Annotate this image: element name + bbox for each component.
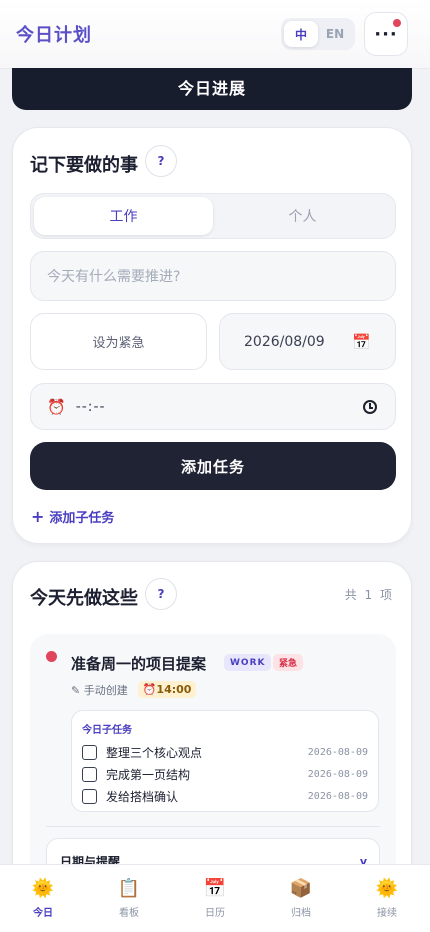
language-switch[interactable]: 中 EN — [281, 18, 355, 50]
subtask-label: 完成第一页结构 — [106, 767, 191, 782]
app-title: 今日计划 — [16, 25, 92, 46]
nav-item-continue[interactable]: 🌞 接续 — [344, 865, 430, 932]
more-menu-button[interactable]: ··· — [364, 12, 408, 56]
nav-label: 今日 — [33, 908, 53, 919]
subtask-checkbox[interactable] — [82, 788, 97, 804]
segment-personal[interactable]: 个人 — [213, 197, 392, 235]
time-value: --:-- — [75, 398, 106, 415]
date-value: 2026/08/09 — [244, 333, 325, 350]
time-picker[interactable]: ⏰ --:-- — [30, 383, 396, 430]
package-icon: 📦 — [289, 878, 313, 899]
bottom-nav: 🌞 今日 📋 看板 📅 日历 📦 归档 🌞 接续 — [0, 864, 430, 932]
nav-item-today[interactable]: 🌞 今日 — [0, 865, 86, 932]
nav-item-board[interactable]: 📋 看板 — [86, 865, 172, 932]
task-title: 准备周一的项目提案 — [71, 655, 207, 673]
subtask-list: 今日子任务 整理三个核心观点 2026-08-09 完成第一页结构 2026-0… — [71, 710, 379, 812]
sun-icon: 🌞 — [31, 878, 55, 899]
nav-item-calendar[interactable]: 📅 日历 — [172, 865, 258, 932]
sun-icon: 🌞 — [375, 878, 399, 899]
subtask-label: 发给搭档确认 — [106, 789, 179, 804]
date-picker[interactable]: 2026/08/09 📅 — [219, 313, 396, 370]
notification-dot — [393, 19, 401, 27]
task-meta: ✎ 手动创建 ⏰14:00 — [71, 681, 197, 698]
segment-work[interactable]: 工作 — [34, 197, 213, 235]
subtask-row: 发给搭档确认 2026-08-09 — [82, 785, 368, 807]
help-button[interactable]: ? — [145, 145, 177, 177]
subtask-row: 完成第一页结构 2026-08-09 — [82, 763, 368, 785]
subtask-header: 今日子任务 — [82, 725, 132, 736]
nav-label: 日历 — [205, 908, 225, 919]
help-button[interactable]: ? — [145, 578, 177, 610]
subtask-row: 整理三个核心观点 2026-08-09 — [82, 741, 368, 763]
subtask-date: 2026-08-09 — [307, 746, 368, 758]
clipboard-icon: 📋 — [117, 878, 141, 899]
urgent-dot — [46, 651, 57, 662]
more-icon: ··· — [374, 23, 398, 45]
lang-en-button[interactable]: EN — [318, 21, 352, 47]
today-progress-button[interactable]: 今日进展 — [12, 64, 412, 110]
task-source: ✎ 手动创建 — [71, 683, 128, 697]
lang-zh-button[interactable]: 中 — [284, 21, 318, 47]
work-badge: WORK — [224, 654, 272, 671]
add-task-card: 记下要做的事 ? 工作 个人 今天有什么需要推进? 设为紧急 2026/08/0… — [12, 127, 412, 544]
alarm-clock-icon: ⏰ — [47, 397, 66, 416]
calendar-icon: 📅 — [203, 878, 227, 899]
subtask-date: 2026-08-09 — [307, 768, 368, 780]
task-time-chip: ⏰14:00 — [137, 681, 197, 698]
subtask-date: 2026-08-09 — [307, 790, 368, 802]
add-subtask-link[interactable]: + 添加子任务 — [31, 507, 114, 526]
clock-icon[interactable] — [363, 399, 377, 414]
add-task-title: 记下要做的事 — [30, 155, 138, 176]
add-subtask-label: 添加子任务 — [49, 511, 115, 526]
add-task-button[interactable]: 添加任务 — [30, 442, 396, 490]
nav-label: 看板 — [119, 908, 139, 919]
nav-label: 接续 — [377, 908, 397, 919]
subtask-checkbox[interactable] — [82, 744, 97, 760]
set-urgent-button[interactable]: 设为紧急 — [30, 313, 207, 370]
nav-item-archive[interactable]: 📦 归档 — [258, 865, 344, 932]
app-header: 今日计划 中 EN ··· — [0, 0, 430, 68]
subtask-label: 整理三个核心观点 — [106, 745, 203, 760]
category-segmented-control: 工作 个人 — [30, 193, 396, 239]
urgent-badge: 紧急 — [273, 654, 304, 671]
calendar-icon: 📅 — [352, 332, 371, 351]
task-input[interactable]: 今天有什么需要推进? — [30, 251, 396, 301]
plus-icon: + — [31, 507, 45, 526]
subtask-checkbox[interactable] — [82, 766, 97, 782]
today-tasks-title: 今天先做这些 — [30, 588, 138, 609]
task-count: 共 1 项 — [344, 588, 394, 602]
nav-label: 归档 — [291, 908, 311, 919]
divider — [46, 826, 380, 827]
